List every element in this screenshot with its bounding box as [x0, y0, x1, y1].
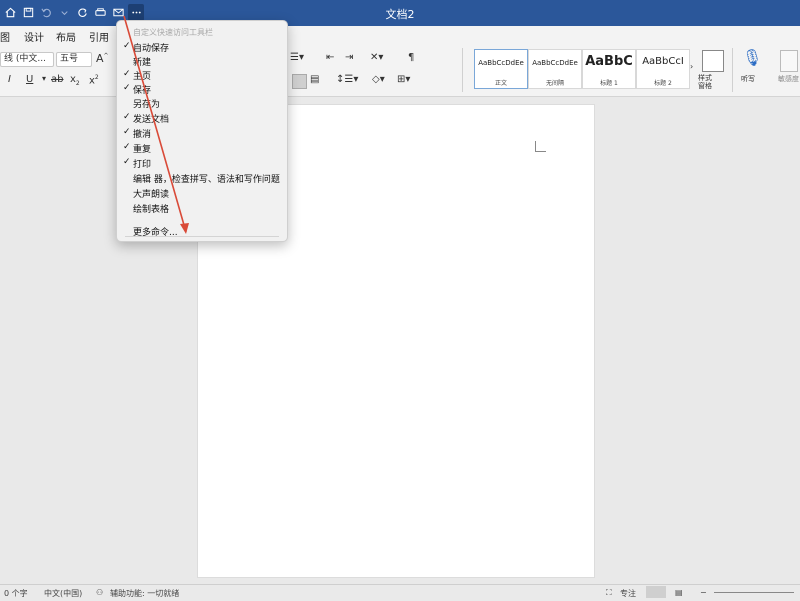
- checkmark-icon: ✓: [123, 112, 131, 122]
- menu-item-label: 发送文档: [133, 115, 170, 125]
- subscript-icon[interactable]: x2: [70, 74, 80, 87]
- print-layout-view-icon[interactable]: [646, 586, 666, 598]
- tab-references[interactable]: 引用: [89, 29, 109, 44]
- font-size-dropdown[interactable]: 五号: [56, 52, 92, 67]
- decrease-indent-icon[interactable]: ⇤: [326, 52, 334, 63]
- increase-indent-icon[interactable]: ⇥: [345, 52, 353, 63]
- menu-item-label: 保存: [133, 86, 152, 96]
- shading-icon[interactable]: ◇▾: [372, 74, 385, 85]
- status-bar: 0 个字 中文(中国) ⚇ 辅助功能: 一切就绪 ⛶ 专注 ▤ −: [0, 584, 800, 601]
- zoom-slider[interactable]: [714, 592, 794, 593]
- menu-item[interactable]: ✓ 发送文档: [123, 112, 170, 125]
- checkmark-icon: ✓: [123, 41, 131, 51]
- customize-qat-menu: 自定义快速访问工具栏 ✓ 自动保存 新建 ✓ 主页 ✓ 保存 另存为 ✓ 发送文档 ✓ 撤消 ✓ 重复 ✓ 打…: [116, 20, 288, 242]
- web-layout-view-icon[interactable]: ▤: [675, 588, 683, 597]
- asian-layout-icon[interactable]: ✕▾: [370, 52, 383, 63]
- menu-item[interactable]: ✓ 打印: [123, 157, 152, 170]
- menu-item-label: 重复: [133, 145, 152, 155]
- menu-item[interactable]: 编辑 器，检查拼写、语法和写作问题: [133, 172, 280, 185]
- menu-item[interactable]: ✓ 重复: [123, 142, 152, 155]
- list-options-icon[interactable]: ☰▾: [290, 52, 304, 63]
- dictate-button-label[interactable]: 听写: [741, 74, 755, 84]
- styles-pane-icon[interactable]: [702, 50, 724, 72]
- style-normal[interactable]: AaBbCcDdEe 正文: [474, 49, 528, 89]
- menu-item-label: 绘制表格: [133, 205, 170, 215]
- styles-pane-button-label[interactable]: 样式 窗格: [698, 74, 712, 90]
- menu-item-label: 撤消: [133, 130, 152, 140]
- italic-icon[interactable]: I: [8, 74, 11, 85]
- distributed-align-icon[interactable]: ▤: [310, 74, 319, 85]
- menu-item-label: 大声朗读: [133, 190, 170, 200]
- paragraph-mark-icon[interactable]: ¶: [408, 52, 414, 63]
- accessibility-status[interactable]: 辅助功能: 一切就绪: [110, 588, 179, 599]
- align-justify-icon[interactable]: [292, 74, 307, 89]
- menu-item-label: 自动保存: [133, 44, 170, 54]
- checkmark-icon: ✓: [123, 142, 131, 152]
- menu-item[interactable]: ✓ 自动保存: [123, 41, 170, 54]
- checkmark-icon: ✓: [123, 69, 131, 79]
- focus-mode-icon[interactable]: ⛶: [606, 588, 612, 598]
- underline-options-chevron-icon[interactable]: ▾: [42, 74, 46, 83]
- zoom-out-icon[interactable]: −: [700, 588, 707, 597]
- style-no-spacing[interactable]: AaBbCcDdEe 无间隔: [528, 49, 582, 89]
- ribbon-divider: [732, 48, 733, 92]
- tab-design[interactable]: 设计: [24, 29, 44, 44]
- language-status[interactable]: 中文(中国): [44, 588, 82, 599]
- menu-item[interactable]: 另存为: [133, 97, 160, 110]
- menu-item-label: 编辑 器，检查拼写、语法和写作问题: [133, 175, 280, 185]
- menu-item[interactable]: ✓ 保存: [123, 83, 152, 96]
- menu-item-label: 打印: [133, 160, 152, 170]
- menu-item-label: 新建: [133, 58, 152, 68]
- sensitivity-button-label[interactable]: 敏感度: [778, 74, 799, 84]
- font-name-dropdown[interactable]: 线 (中文...: [0, 52, 54, 67]
- menu-item[interactable]: ✓ 主页: [123, 69, 152, 82]
- line-spacing-icon[interactable]: ↕☰▾: [336, 74, 358, 85]
- sensitivity-icon[interactable]: [780, 50, 798, 72]
- grow-font-icon[interactable]: A^: [96, 52, 109, 65]
- ribbon-divider: [462, 48, 463, 92]
- checkmark-icon: ✓: [123, 157, 131, 167]
- word-count[interactable]: 0 个字: [4, 588, 28, 599]
- underline-icon[interactable]: U: [26, 74, 33, 85]
- menu-item[interactable]: 大声朗读: [133, 187, 169, 200]
- accessibility-icon: ⚇: [96, 588, 104, 597]
- tab-draw[interactable]: 图: [0, 29, 10, 44]
- microphone-icon[interactable]: 🎙: [742, 48, 762, 67]
- menu-item-label: 主页: [133, 72, 152, 82]
- superscript-icon[interactable]: x2: [89, 74, 99, 86]
- checkmark-icon: ✓: [123, 127, 131, 137]
- borders-icon[interactable]: ⊞▾: [397, 74, 410, 85]
- tab-layout[interactable]: 布局: [56, 29, 76, 44]
- style-heading-1[interactable]: AaBbC 标题 1: [582, 49, 636, 89]
- menu-header: 自定义快速访问工具栏: [133, 28, 213, 37]
- menu-item-label: 另存为: [133, 100, 161, 110]
- menu-item[interactable]: ✓ 撤消: [123, 127, 152, 140]
- style-heading-2[interactable]: AaBbCcI 标题 2: [636, 49, 690, 89]
- margin-corner-mark: [535, 141, 546, 152]
- menu-item[interactable]: 绘制表格: [133, 202, 169, 215]
- checkmark-icon: ✓: [123, 83, 131, 93]
- menu-item[interactable]: 新建: [133, 55, 151, 68]
- focus-mode-label[interactable]: 专注: [620, 588, 636, 599]
- strikethrough-icon[interactable]: ab: [51, 74, 63, 85]
- more-commands-item[interactable]: 更多命令...: [133, 225, 178, 238]
- styles-gallery-more-icon[interactable]: ›: [690, 62, 693, 71]
